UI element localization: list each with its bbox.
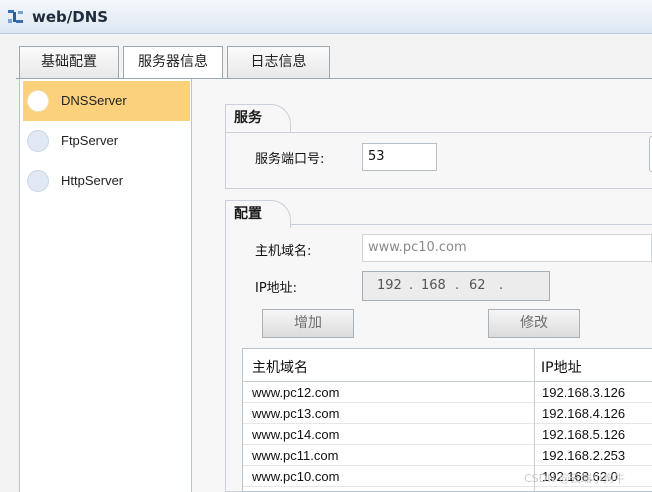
table-row[interactable]: www.pc14.com 192.168.5.126 (243, 424, 652, 445)
table-row[interactable]: www.pc11.com 192.168.2.253 (243, 445, 652, 466)
column-header-host[interactable]: 主机域名 (252, 357, 308, 377)
cell-ip: 192.168.2.253 (542, 448, 626, 463)
cell-host: www.pc10.com (252, 469, 340, 484)
tab-basic-config[interactable]: 基础配置 (19, 46, 119, 78)
cell-ip: 192.168.4.126 (542, 406, 626, 421)
sidebar-item-label: DNSServer (61, 93, 127, 108)
config-section-heading: 配置 (225, 200, 291, 228)
table-row[interactable]: www.pc13.com 192.168.4.126 (243, 403, 652, 424)
server-list: DNSServer FtpServer HttpServer (19, 79, 192, 492)
host-label: 主机域名: (255, 244, 312, 259)
ip-address-input[interactable]: 192 . 168 . 62 . (362, 271, 550, 301)
service-section-heading: 服务 (225, 104, 291, 132)
tab-log-info[interactable]: 日志信息 (227, 46, 330, 78)
sidebar-item-label: HttpServer (61, 173, 124, 188)
ip-label: IP地址: (255, 281, 298, 296)
edit-button[interactable]: 修改 (488, 309, 580, 338)
cell-host: www.pc13.com (252, 406, 340, 421)
server-status-icon (27, 130, 49, 152)
table-header: 主机域名 IP地址 (243, 349, 652, 382)
port-label: 服务端口号: (255, 152, 325, 167)
window-title: web/DNS (32, 8, 109, 26)
server-status-icon (27, 170, 49, 192)
cell-host: www.pc12.com (252, 385, 340, 400)
tab-server-info[interactable]: 服务器信息 (123, 46, 223, 79)
dns-app-icon (8, 10, 23, 23)
cell-ip: 192.168.5.126 (542, 427, 626, 442)
host-input[interactable]: www.pc10.com (362, 234, 652, 262)
ip-dot: . (409, 278, 414, 293)
table-row[interactable]: www.pc12.com 192.168.3.126 (243, 382, 652, 403)
ip-dot: . (499, 278, 504, 293)
port-input[interactable]: 53 (362, 143, 437, 171)
column-header-ip[interactable]: IP地址 (541, 357, 582, 377)
cell-host: www.pc11.com (252, 448, 339, 463)
server-status-icon (27, 90, 49, 112)
title-bar: web/DNS (0, 0, 652, 34)
sidebar-item-httpserver[interactable]: HttpServer (23, 161, 190, 201)
cell-host: www.pc14.com (252, 427, 340, 442)
sidebar-item-ftpserver[interactable]: FtpServer (23, 121, 190, 161)
ip-octet-3[interactable]: 62 (469, 278, 486, 293)
cell-ip: 192.168.3.126 (542, 385, 626, 400)
sidebar-item-dnsserver[interactable]: DNSServer (23, 81, 190, 121)
watermark: CSDN @云端小狗牛 (524, 472, 625, 485)
ip-octet-2[interactable]: 168 (421, 278, 446, 293)
ip-octet-1[interactable]: 192 (377, 278, 402, 293)
ip-dot: . (455, 278, 460, 293)
add-button[interactable]: 增加 (262, 309, 354, 338)
sidebar-item-label: FtpServer (61, 133, 119, 148)
